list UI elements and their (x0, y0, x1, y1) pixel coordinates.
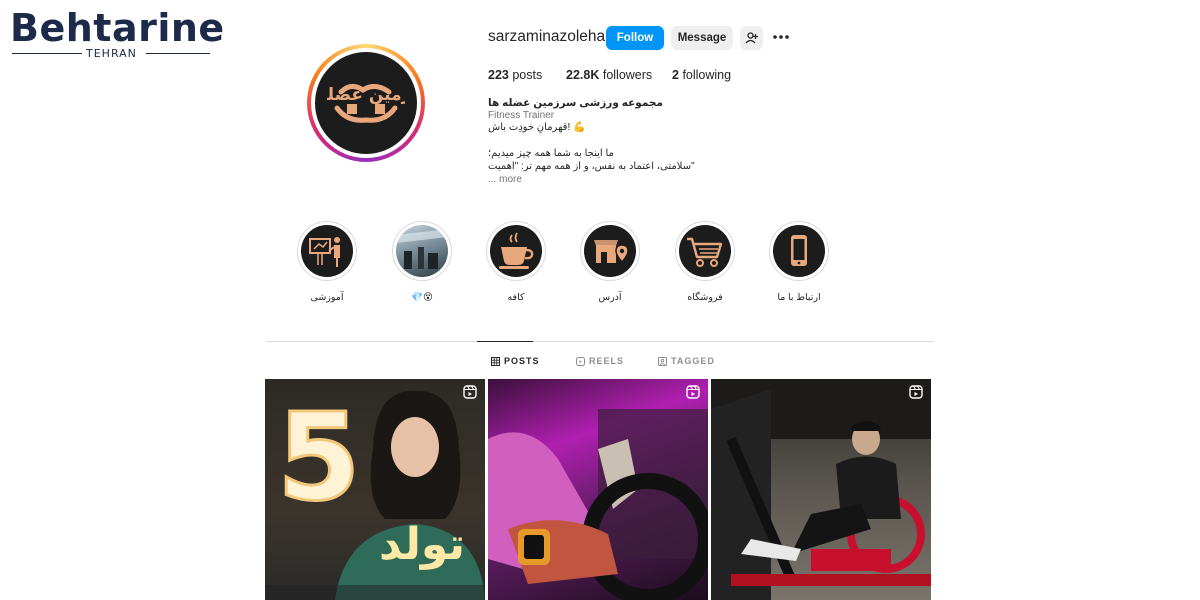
highlight-label: 💎😵 (411, 292, 433, 303)
highlight-label: کافه (507, 292, 525, 303)
reel-icon (909, 385, 923, 399)
highlight-cover (301, 225, 353, 277)
post-thumbnail[interactable]: 5 تولد (265, 379, 485, 600)
posts-count: 223 posts (488, 68, 542, 82)
bio-line: قهرمانِ خودِت باش! 💪 (488, 122, 586, 133)
posts-count-label: posts (512, 68, 543, 82)
avatar-logo-graphic: سرزمین عضله ها (327, 84, 405, 123)
gym-photo-thumbnail (396, 229, 448, 269)
following-count-label: following (682, 68, 732, 82)
highlight-contact[interactable] (769, 221, 829, 281)
location-shop-icon (594, 240, 629, 264)
highlight-label: ارتباط با ما (777, 292, 821, 303)
more-options-icon[interactable] (771, 30, 791, 44)
post-thumbnail[interactable] (488, 379, 708, 600)
teacher-board-icon (309, 237, 340, 267)
followers-count[interactable]: 22.8K followers (566, 68, 652, 82)
highlight-cover (584, 225, 636, 277)
highlight-cafe[interactable] (486, 221, 546, 281)
bio-line: ما اینجا به شما همه چیز میدیم؛ (488, 148, 614, 159)
tabs-divider (266, 341, 934, 342)
avatar-border: سرزمین عضله ها (311, 48, 421, 158)
highlight-label: آموزشی (310, 292, 344, 303)
reels-icon (576, 357, 585, 366)
followers-count-label: followers (602, 68, 653, 82)
message-button[interactable]: Message (671, 26, 733, 50)
highlight-cover (773, 225, 825, 277)
post-image (488, 409, 708, 600)
highlight-cover (396, 225, 448, 277)
reel-icon (463, 385, 477, 399)
highlight-label: فروشگاه (687, 292, 723, 303)
tab-posts-label: POSTS (504, 356, 540, 366)
watermark-logo: Behtarine TEHRAN (8, 6, 224, 62)
profile-category: Fitness Trainer (488, 110, 555, 121)
suggested-users-button[interactable] (740, 26, 763, 50)
tab-reels[interactable]: REELS (576, 356, 624, 366)
following-count-value: 2 (672, 68, 679, 82)
following-count[interactable]: 2 following (672, 68, 731, 82)
highlight-label: آدرس (598, 292, 622, 303)
posts-count-value: 223 (488, 68, 509, 82)
post-image (711, 379, 931, 600)
bio-more-link[interactable]: ... more (488, 174, 522, 185)
highlight-shop[interactable] (675, 221, 735, 281)
highlight-address[interactable] (580, 221, 640, 281)
grid-icon (491, 357, 500, 366)
post-image: 5 تولد (265, 388, 485, 600)
tab-tagged-label: TAGGED (671, 356, 715, 366)
tab-reels-label: REELS (589, 356, 625, 366)
reel-icon (686, 385, 700, 399)
profile-avatar-story-ring[interactable]: سرزمین عضله ها (307, 44, 425, 162)
tab-posts[interactable]: POSTS (491, 356, 540, 366)
post-overlay-number: 5 (277, 389, 361, 528)
highlight-cover (490, 225, 542, 277)
profile-display-name: مجموعه ورزشی سرزمین عضله ها (488, 97, 663, 109)
profile-avatar: سرزمین عضله ها (315, 52, 417, 154)
watermark-divider (146, 53, 210, 54)
bio-line: سلامتی، اعتماد به نفس، و از همه مهم تر: … (488, 161, 695, 172)
highlight-teaching[interactable] (297, 221, 357, 281)
tagged-icon (658, 357, 667, 366)
tab-tagged[interactable]: TAGGED (658, 356, 715, 366)
post-thumbnail[interactable] (711, 379, 931, 600)
shopping-cart-icon (687, 237, 723, 267)
profile-username: sarzaminazoleha (488, 28, 606, 45)
highlight-cover (679, 225, 731, 277)
highlight-gym-photo[interactable] (392, 221, 452, 281)
watermark-city: TEHRAN (86, 47, 137, 60)
add-person-icon (745, 32, 758, 44)
follow-button[interactable]: Follow (606, 26, 664, 50)
followers-count-value: 22.8K (566, 68, 600, 82)
post-overlay-text: تولد (379, 519, 465, 570)
watermark-brand: Behtarine (10, 6, 225, 50)
watermark-divider (12, 53, 82, 54)
coffee-cup-icon (499, 232, 534, 269)
active-tab-indicator (477, 341, 533, 342)
phone-icon (791, 235, 807, 266)
